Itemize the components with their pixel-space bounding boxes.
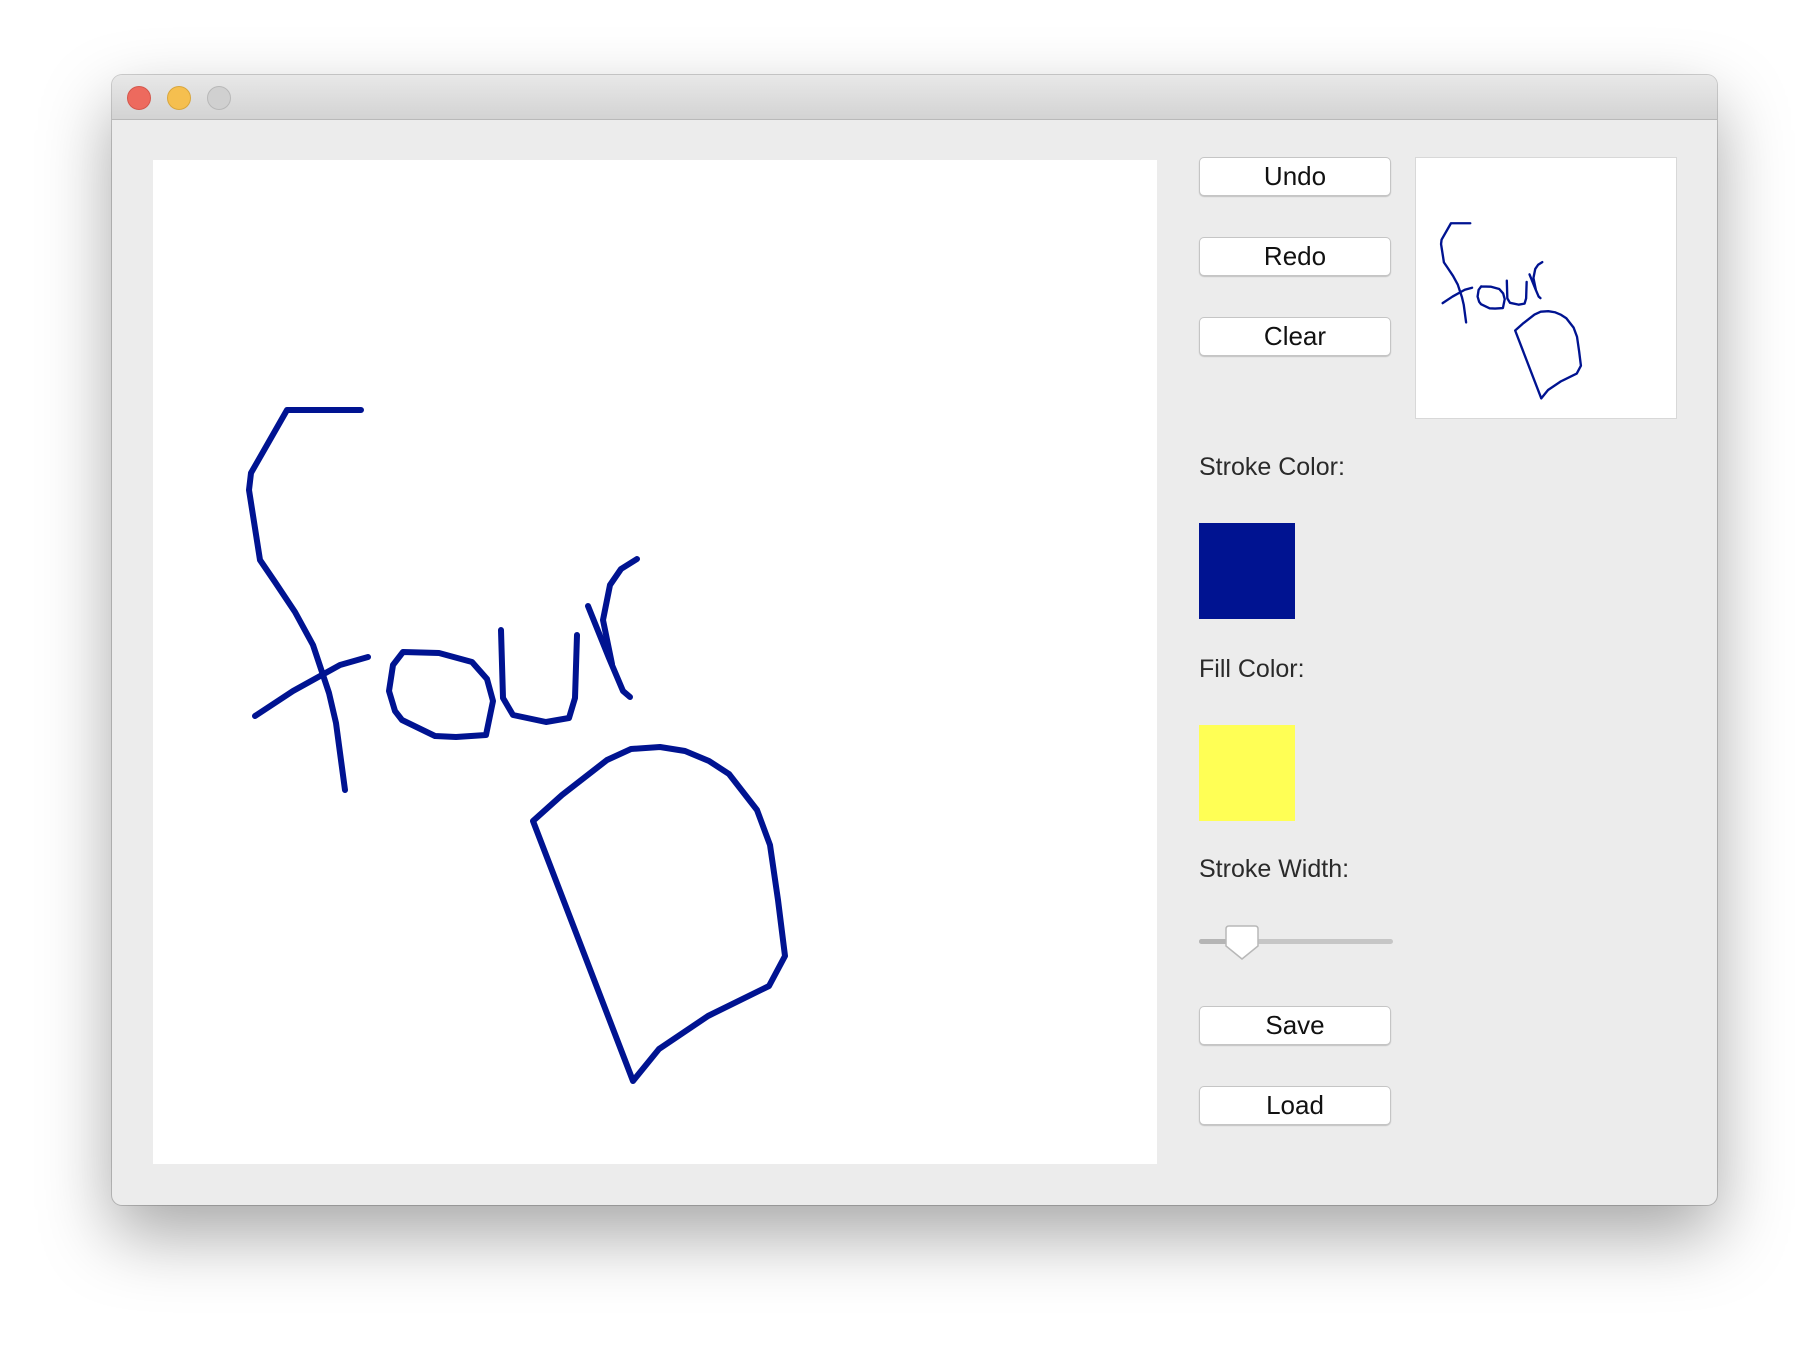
stroke-f-crossbar xyxy=(252,654,371,719)
undo-button[interactable]: Undo xyxy=(1199,157,1391,196)
zoom-window-button[interactable] xyxy=(207,86,231,110)
preview-stroke-o xyxy=(1476,285,1506,310)
preview-drawing xyxy=(1439,222,1583,400)
minimize-window-button[interactable] xyxy=(167,86,191,110)
redo-button[interactable]: Redo xyxy=(1199,237,1391,276)
stroke-d xyxy=(530,744,788,1084)
preview-stroke-u xyxy=(1505,279,1528,306)
preview-stroke-f-crossbar xyxy=(1441,286,1474,305)
clear-button[interactable]: Clear xyxy=(1199,317,1391,356)
drawing-preview xyxy=(1415,157,1677,419)
fill-color-swatch[interactable] xyxy=(1199,725,1295,821)
stroke-o xyxy=(386,649,496,740)
stroke-f-curve xyxy=(246,407,364,793)
stroke-width-slider[interactable] xyxy=(1199,925,1393,960)
preview-stroke-f-curve xyxy=(1439,222,1472,324)
stroke-u xyxy=(498,627,580,725)
close-window-button[interactable] xyxy=(127,86,151,110)
canvas-drawing xyxy=(246,407,788,1084)
save-button[interactable]: Save xyxy=(1199,1006,1391,1045)
drawing-canvas[interactable] xyxy=(153,160,1157,1164)
title-bar[interactable] xyxy=(112,75,1717,120)
preview-stroke-d xyxy=(1513,310,1583,400)
preview-stroke-r-2 xyxy=(1532,260,1544,291)
stroke-width-label: Stroke Width: xyxy=(1199,855,1350,883)
stroke-r-2 xyxy=(600,556,640,667)
stroke-color-swatch[interactable] xyxy=(1199,523,1295,619)
app-window: Undo Redo Clear Stroke Color: Fill Color… xyxy=(112,75,1717,1205)
fill-color-label: Fill Color: xyxy=(1199,655,1305,683)
load-button[interactable]: Load xyxy=(1199,1086,1391,1125)
stroke-color-label: Stroke Color: xyxy=(1199,453,1345,481)
